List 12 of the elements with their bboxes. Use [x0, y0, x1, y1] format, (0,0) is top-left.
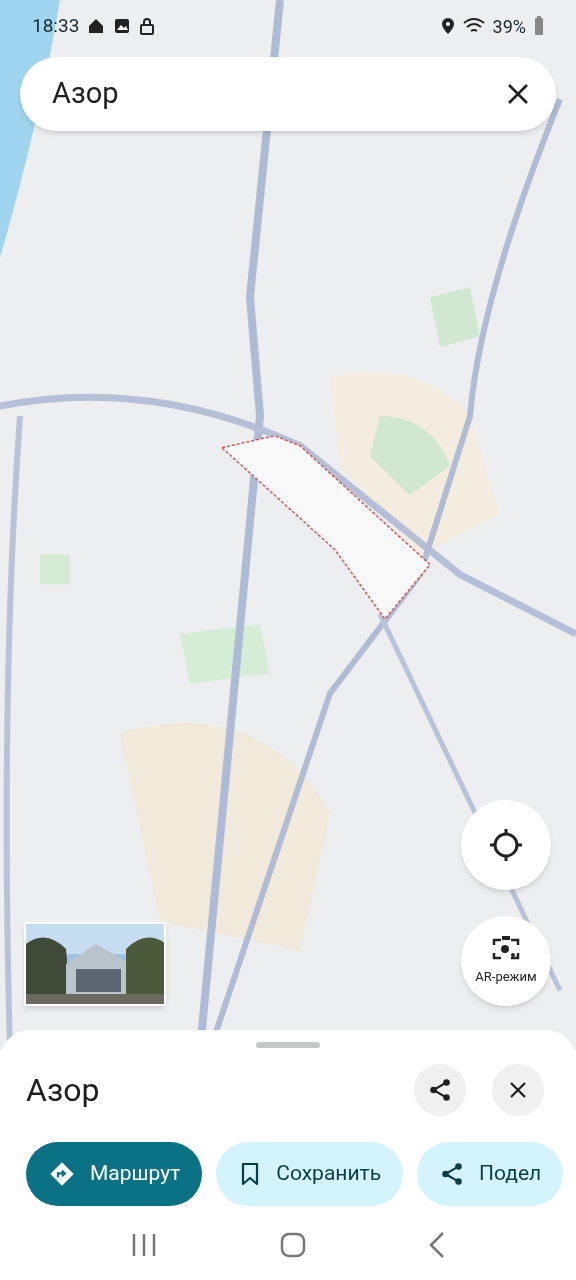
directions-icon — [48, 1160, 76, 1188]
share-button[interactable] — [414, 1064, 466, 1116]
action-chip[interactable]: Подел — [417, 1142, 564, 1206]
recent-apps-icon[interactable] — [131, 1233, 158, 1257]
share-icon — [427, 1077, 453, 1103]
back-icon[interactable] — [428, 1232, 445, 1258]
action-chip[interactable]: Маршрут — [26, 1142, 203, 1206]
place-title: Азор — [26, 1070, 100, 1111]
close-icon — [509, 1081, 527, 1099]
action-chip[interactable]: Сохранить — [216, 1142, 404, 1206]
close-button[interactable] — [492, 1064, 544, 1116]
home-button-icon[interactable] — [280, 1232, 306, 1258]
